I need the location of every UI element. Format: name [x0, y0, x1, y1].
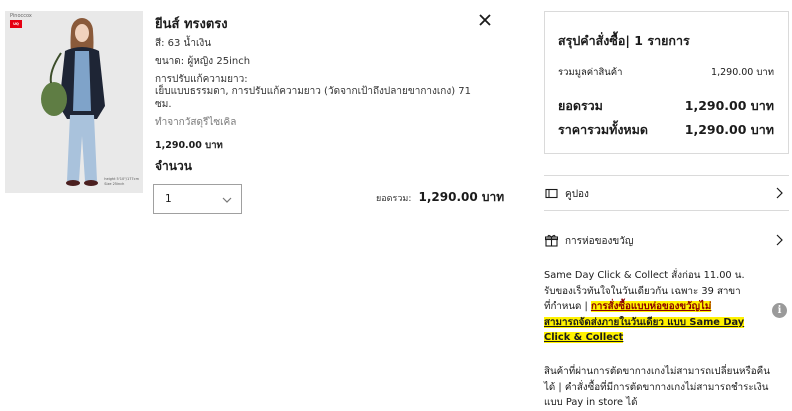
- hem-line-3: แบบ Pay in store ได้: [544, 397, 638, 408]
- gift-icon: [545, 234, 558, 247]
- hem-note: สินค้าที่ผ่านการตัดขากางเกงไม่สามารถเปลี…: [544, 364, 772, 411]
- item-subtotal-label: ยอดรวม:: [376, 194, 412, 204]
- subtotal-value: 1,290.00 บาท: [684, 98, 774, 113]
- coupon-icon: [545, 188, 558, 199]
- alteration-detail-1: เย็บแบบธรรมดา, การปรับแก้ความยาว (วัดจาก…: [155, 86, 472, 97]
- alteration-detail-2: ซม.: [155, 99, 172, 110]
- same-day-note: Same Day Click & Collect สั่งก่อน 11.00 …: [544, 268, 772, 346]
- info-icon[interactable]: i: [772, 303, 787, 318]
- chevron-right-icon: [776, 187, 783, 199]
- subtotal-row: ยอดรวม 1,290.00 บาท: [558, 96, 774, 116]
- gift-wrap-label: การห่อของขวัญ: [565, 236, 634, 247]
- gift-wrap-row[interactable]: การห่อของขวัญ: [544, 223, 789, 257]
- quantity-value: 1: [165, 193, 172, 205]
- merchandise-row: รวมมูลค่าสินค้า 1,290.00 บาท: [558, 65, 774, 80]
- hem-line-1: สินค้าที่ผ่านการตัดขากางเกงไม่สามารถเปลี…: [544, 366, 770, 377]
- summary-title: สรุปคำสั่งซื้อ| 1 รายการ: [558, 33, 690, 48]
- hem-line-2: ได้ | คำสั่งซื้อที่มีการตัดขากางเกงไม่สา…: [544, 381, 769, 393]
- product-color: สี: 63 น้ำเงิน: [155, 38, 212, 49]
- chevron-right-icon: [776, 234, 783, 246]
- order-summary: สรุปคำสั่งซื้อ| 1 รายการ รวมมูลค่าสินค้า…: [544, 11, 789, 154]
- product-size: ขนาด: ผู้หญิง 25inch: [155, 56, 251, 67]
- same-day-line-3: ที่กำหนด |: [544, 301, 591, 312]
- total-row: ราคารวมทั้งหมด 1,290.00 บาท: [558, 120, 774, 140]
- gift-restriction-link[interactable]: การสั่งซื้อแบบห่อของขวัญไม่: [590, 301, 712, 312]
- merchandise-value: 1,290.00 บาท: [711, 67, 774, 78]
- item-subtotal-value: 1,290.00 บาท: [418, 190, 505, 204]
- close-icon[interactable]: [477, 12, 493, 28]
- total-value: 1,290.00 บาท: [684, 122, 774, 137]
- unit-price: 1,290.00 บาท: [155, 140, 223, 151]
- model-figure: [41, 18, 105, 186]
- gift-restriction-text-2: Click & Collect: [544, 332, 624, 343]
- divider: [544, 210, 789, 211]
- same-day-line-1: Same Day Click & Collect สั่งก่อน 11.00 …: [544, 270, 745, 281]
- chevron-down-icon: [222, 197, 232, 203]
- merchandise-label: รวมมูลค่าสินค้า: [558, 67, 623, 78]
- subtotal-label: ยอดรวม: [558, 98, 603, 113]
- item-subtotal: ยอดรวม: 1,290.00 บาท: [376, 186, 504, 207]
- image-caption: height 5'10"/177cm Size 25inch: [104, 177, 139, 186]
- material-note: ทำจากวัสดุรีไซเคิล: [155, 117, 237, 128]
- quantity-select[interactable]: 1: [153, 184, 242, 214]
- quantity-label: จำนวน: [155, 159, 192, 173]
- coupon-row[interactable]: คูปอง: [544, 176, 789, 210]
- coupon-label: คูปอง: [565, 189, 589, 200]
- product-image[interactable]: Pinoccox UQ height 5'10"/177cm Size 25in…: [5, 11, 143, 193]
- total-label: ราคารวมทั้งหมด: [558, 122, 649, 137]
- same-day-line-2: รับของเร็วทันใจในวันเดียวกัน เฉพาะ 39 สา…: [544, 285, 741, 297]
- product-name[interactable]: ยีนส์ ทรงตรง: [155, 13, 228, 34]
- gift-restriction-text-1: สามารถจัดส่งภายในวันเดียว แบบ Same Day: [544, 316, 745, 328]
